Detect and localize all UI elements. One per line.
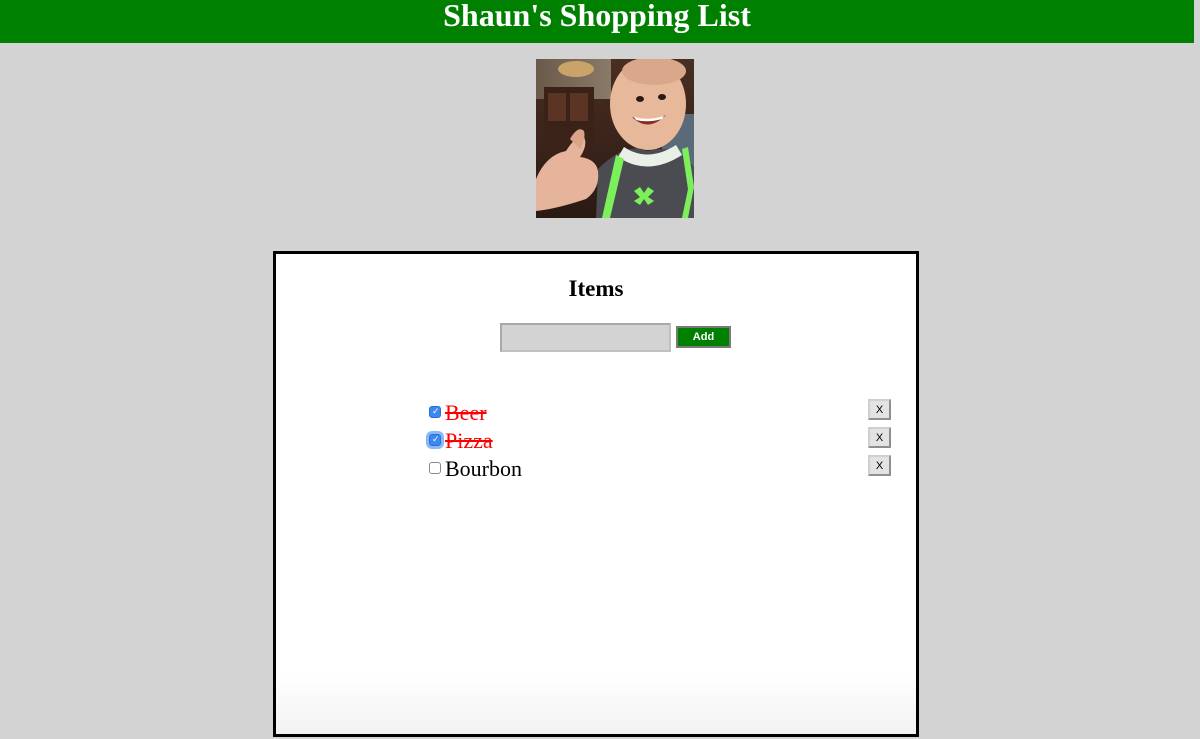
remove-item-button[interactable]: X: [868, 455, 891, 476]
checkmark-icon: ✓: [432, 407, 440, 417]
profile-photo-image: [536, 59, 694, 218]
remove-item-button[interactable]: X: [868, 427, 891, 448]
page-header: Shaun's Shopping List: [0, 0, 1194, 43]
items-heading: Items: [568, 276, 624, 301]
checkmark-icon: ✓: [432, 435, 440, 445]
item-checkbox[interactable]: [429, 462, 441, 474]
items-panel: Items Add ✓ Beer X ✓ Pizza X Bourbon X: [273, 251, 919, 737]
item-label: Pizza: [445, 428, 493, 453]
profile-photo: [536, 59, 694, 218]
list-item: ✓ Beer X: [276, 399, 916, 427]
item-label: Beer: [445, 400, 487, 425]
item-checkbox[interactable]: ✓: [429, 406, 441, 418]
item-checkbox[interactable]: ✓: [429, 434, 441, 446]
add-button[interactable]: Add: [676, 326, 731, 348]
list-item: Bourbon X: [276, 455, 916, 483]
add-item-row: Add: [500, 322, 731, 352]
new-item-input[interactable]: [500, 322, 671, 352]
list-item: ✓ Pizza X: [276, 427, 916, 455]
page-title: Shaun's Shopping List: [443, 0, 751, 33]
remove-item-button[interactable]: X: [868, 399, 891, 420]
item-label: Bourbon: [445, 456, 522, 481]
